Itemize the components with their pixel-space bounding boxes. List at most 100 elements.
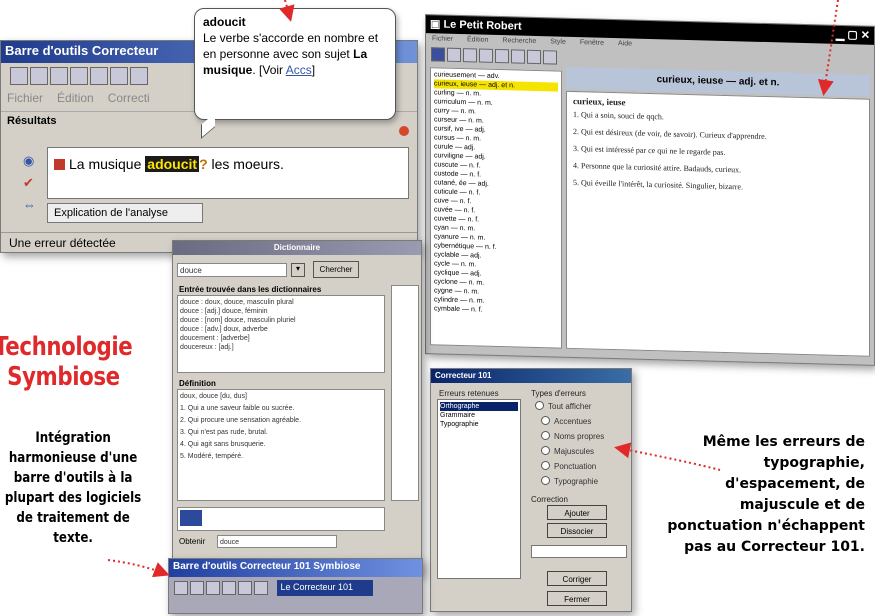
list-item[interactable]: douce : [adv.] doux, adverbe	[180, 325, 382, 334]
tooltip-text: Le verbe s'accorde en nombre et en perso…	[203, 31, 379, 61]
dictionary-window: ▣ Le Petit Robert ▁ ▢ ✕ Fichier Édition Re…	[425, 14, 875, 366]
error-type-radio[interactable]: Tout afficher	[535, 401, 591, 411]
check-icon[interactable]	[206, 581, 220, 595]
dictionary-icon[interactable]	[70, 67, 88, 85]
tool-icon[interactable]	[527, 49, 541, 65]
bottom-toolbar-buttons: Le Correcteur 101	[169, 577, 422, 599]
error-hint-icon[interactable]: ?	[199, 156, 208, 172]
results-list[interactable]: douce : doux, douce, masculin plural douc…	[177, 295, 385, 373]
caption-title-line1: Technologie	[0, 332, 133, 362]
tool-icon[interactable]	[495, 48, 509, 64]
extra-pane	[177, 507, 385, 531]
error-marker-icon	[54, 159, 65, 170]
list-item[interactable]: doucereux : [adj.]	[180, 343, 382, 352]
tool-icon[interactable]	[447, 47, 461, 63]
explanation-tooltip: adoucit Le verbe s'accorde en nombre et …	[194, 8, 396, 139]
definition-line: 2. Qui est désireux (de voir, de savoir)…	[573, 126, 767, 142]
globe-icon[interactable]: ◉	[23, 153, 39, 169]
tool-icon[interactable]	[543, 50, 557, 65]
option-select[interactable]	[531, 545, 627, 558]
tool-icon[interactable]	[254, 581, 268, 595]
help-icon[interactable]	[190, 581, 204, 595]
search-input[interactable]: douce	[177, 263, 287, 277]
entry-headword: curieux, ieuse	[573, 95, 626, 108]
tooltip-link[interactable]: Accs	[286, 63, 312, 77]
tooltip-link-prefix: . [Voir	[252, 63, 284, 77]
error-type-list[interactable]: Orthographe Grammaire Typographie	[437, 399, 521, 579]
menu-item[interactable]: Correcti	[108, 91, 150, 105]
error-type-radio[interactable]: Accentues	[541, 416, 591, 426]
help-icon[interactable]	[30, 67, 48, 85]
app-icon: ▣	[430, 18, 444, 31]
list-item[interactable]: Orthographe	[440, 402, 518, 411]
definition-line: 5. Qui éveille l'intérêt, la curiosité. …	[573, 177, 743, 192]
dictionary-title: Le Petit Robert	[443, 18, 522, 33]
error-word[interactable]: adoucit	[145, 156, 200, 172]
results-heading: Entrée trouvée dans les dictionnaires	[179, 285, 322, 294]
tool-icon[interactable]	[431, 47, 445, 62]
left-list-label: Erreurs retenues	[439, 389, 499, 398]
analysis-text[interactable]: La musique adoucit? les moeurs.	[47, 147, 409, 199]
correct-button[interactable]: Corriger	[547, 571, 607, 586]
close-button[interactable]: Fermer	[547, 591, 607, 606]
guide-icon[interactable]	[238, 581, 252, 595]
dismiss-button[interactable]: Dissocier	[547, 523, 607, 538]
caption-title-line2: Symbiose	[7, 362, 120, 392]
search-button[interactable]: Chercher	[313, 261, 359, 278]
definition-text: doux, douce [du, dus] 1. Qui a une saveur…	[177, 389, 385, 501]
bottom-toolbar-window: Barre d'outils Correcteur 101 Symbiose L…	[168, 558, 423, 614]
list-item[interactable]: Typographie	[440, 420, 518, 429]
close-dot-icon[interactable]	[399, 126, 409, 136]
definition-line: 4. Qui agit sans brusquerie.	[180, 441, 266, 448]
list-item[interactable]: douce : doux, douce, masculin plural	[180, 298, 382, 307]
check-mark-icon[interactable]: ✔	[23, 175, 39, 191]
list-item[interactable]: cymbale — n. f.	[434, 304, 558, 316]
settings-icon[interactable]	[10, 67, 28, 85]
product-combo[interactable]: Le Correcteur 101	[277, 580, 374, 596]
tool-icon[interactable]	[463, 48, 477, 63]
arrows-icon[interactable]: ⇔	[23, 197, 39, 213]
tool-icon[interactable]	[511, 49, 525, 64]
book-icon	[180, 510, 202, 526]
word-list[interactable]: curieusement — adv. curieux, ieuse — adj.…	[430, 67, 562, 349]
guide-icon[interactable]	[90, 67, 108, 85]
settings-icon[interactable]	[174, 581, 188, 595]
tool-icon[interactable]	[130, 67, 148, 85]
error-type-radio[interactable]: Typographie	[541, 476, 598, 486]
options-titlebar: Correcteur 101	[431, 369, 631, 383]
tool-icon[interactable]	[479, 48, 493, 63]
definition-line: doux, douce [du, dus]	[180, 393, 247, 400]
definition-line: 4. Personne que la curiosité attire. Bad…	[573, 160, 742, 175]
caption-body: Intégration harmonieuse d'une barre d'ou…	[4, 430, 142, 546]
check-icon[interactable]	[50, 67, 68, 85]
dropdown-chevron-icon[interactable]: ▾	[291, 263, 305, 277]
search-titlebar: Dictionnaire	[173, 241, 421, 255]
add-button[interactable]: Ajouter	[547, 505, 607, 520]
menu-item[interactable]: Fichier	[7, 91, 43, 105]
error-type-radio[interactable]: Noms propres	[541, 431, 604, 441]
list-item[interactable]: douce : [adj.] douce, féminin	[180, 307, 382, 316]
caption-title: Technologie Symbiose	[0, 332, 133, 392]
window-controls-icon[interactable]: ▁ ▢ ✕	[836, 28, 870, 42]
list-item[interactable]: Grammaire	[440, 411, 518, 420]
tab-explanation[interactable]: Explication de l'analyse	[47, 203, 203, 223]
definition-line: 3. Qui n'est pas rude, brutal.	[180, 429, 268, 436]
definition-pane: curieux, ieuse 1. Qui a soin, souci de q…	[566, 90, 870, 357]
sentence-before: La musique	[69, 156, 146, 172]
dictionary-icon[interactable]	[222, 581, 236, 595]
definition-line: 3. Qui est intéressé par ce qui ne le re…	[573, 143, 726, 157]
definition-heading: Définition	[179, 379, 216, 388]
right-label: Types d'erreurs	[531, 389, 586, 398]
definition-line: 5. Modéré, tempéré.	[180, 453, 244, 460]
footer-input[interactable]: douce	[217, 535, 337, 548]
error-type-radio[interactable]: Ponctuation	[541, 461, 596, 471]
list-item[interactable]: doucement : [adverbe]	[180, 334, 382, 343]
options-window: Correcteur 101 Erreurs retenues Orthogra…	[430, 368, 632, 612]
list-item[interactable]: douce : [nom] douce, masculin pluriel	[180, 316, 382, 325]
side-list[interactable]	[391, 285, 419, 501]
conjugation-icon[interactable]	[110, 67, 128, 85]
error-type-radio[interactable]: Majuscules	[541, 446, 594, 456]
arrow-toolbar	[107, 559, 170, 578]
sentence-after: les moeurs.	[207, 156, 284, 172]
menu-item[interactable]: Édition	[57, 91, 94, 105]
